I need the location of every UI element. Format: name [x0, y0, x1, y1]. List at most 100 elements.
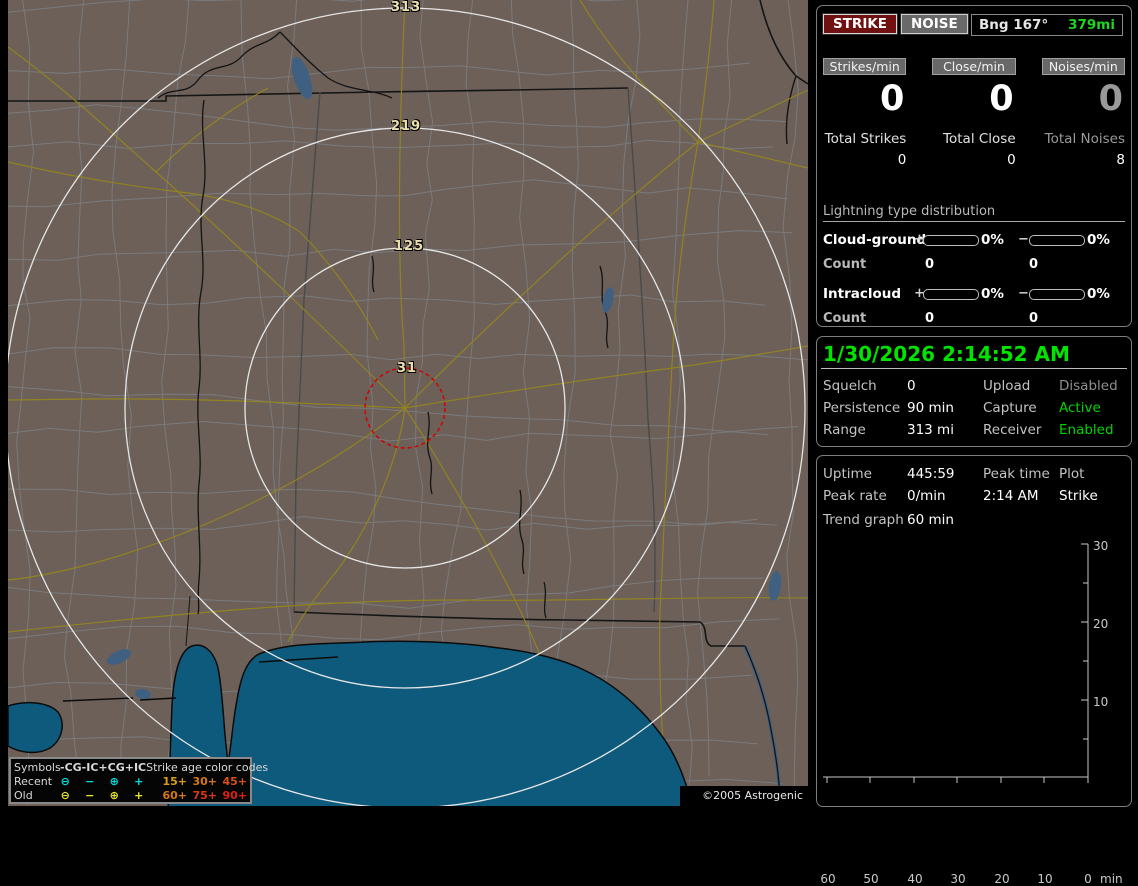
upload-label: Upload [983, 378, 1031, 394]
cloud-ground-count-row: Count 0 0 [817, 257, 1131, 272]
cg-plus-bar [923, 235, 979, 246]
receiver-status: Enabled [1059, 422, 1114, 438]
status-panel: 1/30/2026 2:14:52 AM Squelch 0 Upload Di… [816, 336, 1132, 447]
legend-recent-ages: 15+ 30+ 45+ [151, 774, 248, 788]
neg-ic-recent-icon: − [85, 774, 95, 788]
x-tick-60: 60 [820, 872, 836, 886]
peak-rate-label: Peak rate [823, 488, 887, 504]
total-strikes-label: Total Strikes [824, 131, 907, 147]
uptime-label: Uptime [823, 466, 872, 482]
legend-col-pos-cg: +CG [98, 760, 125, 774]
range-value: 313 mi [907, 422, 954, 438]
strike-stats-panel: STRIKE NOISE Bng 167° 379mi Strikes/min … [816, 5, 1132, 327]
cg-minus-pct: 0% [1087, 232, 1110, 248]
x-tick-10: 10 [1037, 872, 1053, 886]
peak-time-label: Peak time [983, 466, 1050, 482]
legend-recent-row: Recent ⊖ − ⊕ + 15+ 30+ 45+ [11, 774, 250, 788]
ring-label-31: 31 [397, 361, 418, 376]
ring-label-219: 219 [391, 119, 422, 134]
pos-cg-recent-icon: ⊕ [109, 774, 119, 788]
total-strikes-value: 0 [897, 152, 907, 168]
y-tick-10: 10 [1093, 695, 1109, 709]
intracloud-label: Intracloud [823, 286, 902, 302]
noises-per-min-label: Noises/min [1041, 58, 1125, 75]
x-tick-40: 40 [907, 872, 923, 886]
ic-plus-pct: 0% [981, 286, 1004, 302]
age-75: 75+ [192, 788, 218, 802]
cloud-ground-label: Cloud-ground [823, 232, 927, 248]
plot-value: Strike [1059, 488, 1098, 504]
total-noises-value: 8 [1116, 152, 1125, 168]
intracloud-row: Intracloud + 0% − 0% [817, 286, 1131, 302]
x-axis-unit: min [1100, 872, 1123, 886]
minus-sign: − [1018, 232, 1029, 247]
ic-minus-bar [1029, 289, 1085, 300]
y-tick-20: 20 [1093, 617, 1109, 631]
upload-status: Disabled [1059, 378, 1118, 394]
cg-minus-bar [1029, 235, 1085, 246]
total-noises-label: Total Noises [1044, 131, 1125, 147]
squelch-label: Squelch [823, 378, 877, 394]
x-tick-50: 50 [863, 872, 879, 886]
intracloud-count-row: Count 0 0 [817, 311, 1131, 326]
persistence-value: 90 min [907, 400, 954, 416]
legend-header-row: Symbols -CG -IC +CG +IC Strike age color… [11, 760, 268, 774]
strike-mode-button[interactable]: STRIKE [823, 14, 898, 34]
noise-mode-button[interactable]: NOISE [901, 14, 968, 34]
trend-graph-label: Trend graph [823, 512, 904, 528]
neg-cg-recent-icon: ⊖ [60, 774, 70, 788]
ring-label-313: 313 [391, 0, 422, 15]
plot-label: Plot [1059, 466, 1085, 482]
pos-ic-recent-icon: + [134, 774, 144, 788]
ic-count-label: Count [823, 311, 867, 326]
bearing-distance: 379mi [1068, 17, 1115, 33]
strikes-per-min-value: 0 [879, 79, 905, 119]
copyright-notice: ©2005 Astrogenic Systems [680, 786, 808, 806]
age-60: 60+ [162, 788, 188, 802]
bearing-label: Bng 167° [979, 17, 1049, 33]
legend-col-pos-ic: +IC [124, 760, 147, 774]
pos-ic-old-icon: + [134, 788, 144, 802]
ring-label-125: 125 [394, 239, 425, 254]
trend-graph: 30 20 10 60 50 40 30 20 10 0 min [817, 539, 1131, 886]
uptime-value: 445:59 [907, 466, 955, 482]
age-90: 90+ [222, 788, 248, 802]
ic-minus-count: 0 [1029, 311, 1039, 326]
total-close-label: Total Close [943, 131, 1016, 147]
persistence-label: Persistence [823, 400, 901, 416]
x-tick-30: 30 [950, 872, 966, 886]
strikes-column: Strikes/min 0 Total Strikes 0 [823, 58, 907, 168]
cloud-ground-row: Cloud-ground + 0% − 0% [817, 232, 1131, 248]
x-tick-20: 20 [994, 872, 1010, 886]
x-tick-0: 0 [1084, 872, 1092, 886]
session-panel: Uptime 445:59 Peak time Plot Peak rate 0… [816, 455, 1132, 886]
legend-recent-label: Recent [14, 774, 53, 788]
pos-cg-old-icon: ⊕ [109, 788, 119, 802]
legend-symbols-title: Symbols [14, 760, 61, 774]
legend-old-label: Old [14, 788, 33, 802]
legend-col-neg-ic: -IC [81, 760, 99, 774]
legend-age-title: Strike age color codes [146, 760, 269, 774]
peak-rate-value: 0/min [907, 488, 946, 504]
cg-plus-pct: 0% [981, 232, 1004, 248]
trend-axes [823, 543, 1089, 783]
ic-plus-bar [923, 289, 979, 300]
strikes-per-min-label: Strikes/min [823, 58, 907, 75]
y-tick-30: 30 [1093, 539, 1109, 553]
total-close-value: 0 [1007, 152, 1016, 168]
close-column: Close/min 0 Total Close 0 [932, 58, 1016, 168]
range-label: Range [823, 422, 866, 438]
current-datetime: 1/30/2026 2:14:52 AM [823, 342, 1070, 366]
legend-old-ages: 60+ 75+ 90+ [151, 788, 248, 802]
close-per-min-value: 0 [989, 79, 1014, 119]
noises-column: Noises/min 0 Total Noises 8 [1041, 58, 1125, 168]
age-45: 45+ [222, 774, 248, 788]
neg-ic-old-icon: − [85, 788, 95, 802]
peak-time-value: 2:14 AM [983, 488, 1039, 504]
capture-status: Active [1059, 400, 1101, 416]
minus-sign: − [1018, 286, 1029, 301]
distribution-title: Lightning type distribution [823, 204, 996, 219]
bearing-readout: Bng 167° 379mi [971, 14, 1123, 36]
age-15: 15+ [162, 774, 188, 788]
legend-col-neg-cg: -CG [60, 760, 82, 774]
